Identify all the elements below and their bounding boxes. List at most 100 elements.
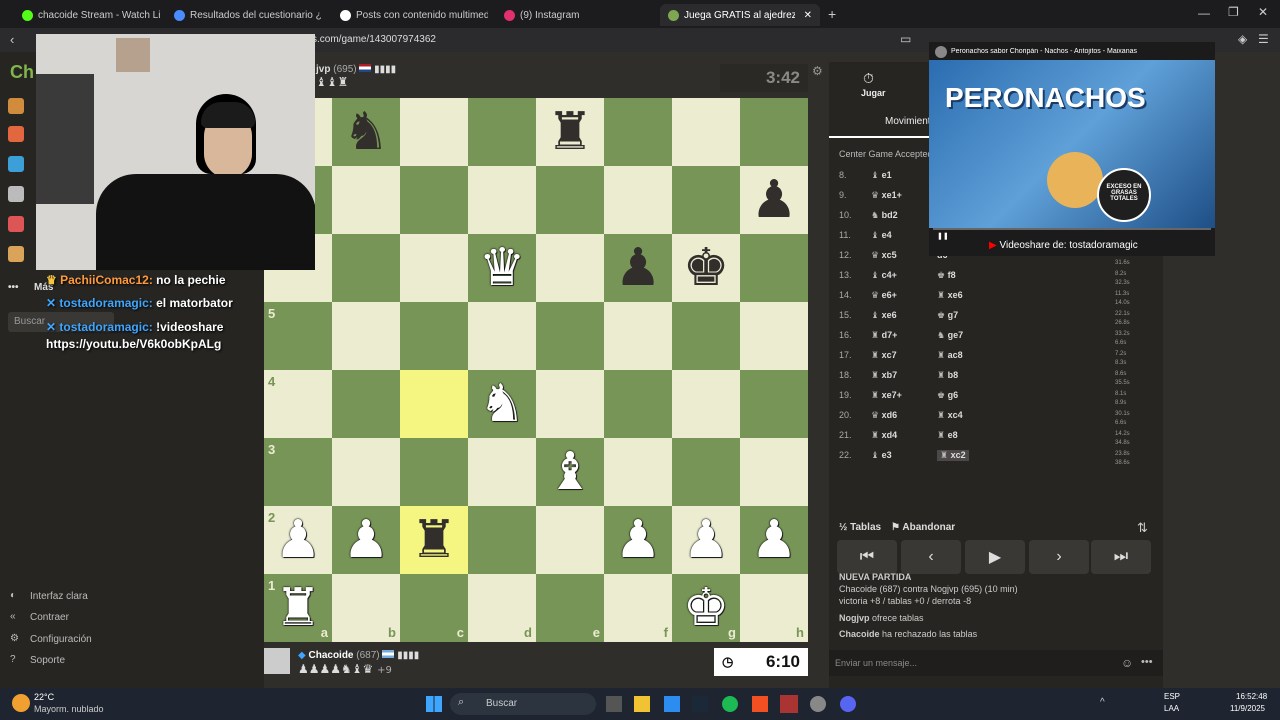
minimize-icon[interactable]: — [1198, 6, 1210, 20]
board-square[interactable] [536, 234, 604, 302]
white-pawn-piece[interactable]: ♟ [275, 514, 322, 566]
clock-time[interactable]: 16:52:48 [1236, 692, 1267, 701]
white-move[interactable]: ♝ e1 [871, 170, 892, 181]
board-square[interactable] [672, 438, 740, 506]
opening-name[interactable]: Center Game Accepted [839, 149, 933, 159]
board-square[interactable]: ♞ [468, 370, 536, 438]
board-square[interactable] [332, 370, 400, 438]
board-square[interactable] [468, 302, 536, 370]
black-move[interactable]: ♚ g6 [937, 390, 958, 401]
discord-icon[interactable] [840, 696, 856, 712]
board-square[interactable] [740, 302, 808, 370]
chat-input[interactable]: Enviar un mensaje... [829, 650, 1163, 676]
board-square[interactable]: 2 ♟ [264, 506, 332, 574]
board-square[interactable]: 3 [264, 438, 332, 506]
tab-quiz[interactable]: Resultados del cuestionario ¿eres un [166, 4, 322, 26]
tab-chess[interactable]: Juega GRATIS al ajedrez online✕ [660, 4, 820, 26]
white-move[interactable]: ♜ xd4 [871, 430, 897, 441]
chesscom-logo[interactable]: Ch [10, 62, 34, 83]
board-square[interactable] [740, 370, 808, 438]
white-move[interactable]: ♛ xd6 [871, 410, 897, 421]
board-square[interactable] [604, 370, 672, 438]
white-move[interactable]: ♜ d7+ [871, 330, 897, 341]
board-square[interactable]: d [468, 574, 536, 642]
board-square[interactable]: h [740, 574, 808, 642]
black-rook-piece[interactable]: ♜ [411, 514, 458, 566]
board-square[interactable] [400, 98, 468, 166]
windows-start-icon[interactable] [426, 696, 442, 712]
board-square[interactable] [740, 98, 808, 166]
board-square[interactable] [468, 98, 536, 166]
more-options-icon[interactable]: ••• [1141, 656, 1153, 668]
board-square[interactable]: ♟ [604, 234, 672, 302]
board-square[interactable]: ♝ [536, 438, 604, 506]
white-pawn-piece[interactable]: ♟ [751, 514, 798, 566]
next-move-button[interactable]: › [1029, 540, 1089, 574]
resign-button[interactable]: ⚑ Abandonar [891, 522, 955, 533]
white-rook-piece[interactable]: ♜ [275, 582, 322, 634]
white-queen-piece[interactable]: ♛ [479, 242, 526, 294]
board-square[interactable] [468, 438, 536, 506]
new-tab-icon[interactable]: + [828, 6, 836, 22]
video-progress-track[interactable] [933, 228, 1211, 230]
play-button[interactable]: ▶ [965, 540, 1025, 574]
board-square[interactable]: ♚ [672, 234, 740, 302]
clock-date[interactable]: 11/9/2025 [1230, 704, 1265, 713]
close-tab-icon[interactable]: ✕ [804, 10, 812, 21]
tab-moves[interactable]: Movimient [885, 116, 931, 127]
tab-x[interactable]: Posts con contenido multimedia de [332, 4, 488, 26]
flip-board-icon[interactable]: ⇅ [1137, 520, 1148, 536]
light-mode-link[interactable]: Interfaz clara [30, 591, 88, 602]
board-square[interactable]: 5 [264, 302, 332, 370]
black-rook-piece[interactable]: ♜ [547, 106, 594, 158]
board-square[interactable] [332, 234, 400, 302]
board-square[interactable] [468, 166, 536, 234]
board-square[interactable]: f [604, 574, 672, 642]
settings-app-icon[interactable] [810, 696, 826, 712]
black-move[interactable]: ♜ b8 [937, 370, 958, 381]
tray-chevron-icon[interactable]: ^ [1100, 697, 1105, 708]
first-move-button[interactable]: ⏮ [837, 540, 897, 574]
shield-icon[interactable]: ◈ [1238, 32, 1247, 46]
bing-icon[interactable] [664, 696, 680, 712]
black-move[interactable]: ♚ g7 [937, 310, 958, 321]
layout-code[interactable]: LAA [1164, 704, 1179, 713]
board-square[interactable] [468, 506, 536, 574]
board-square[interactable]: ♟ [604, 506, 672, 574]
black-move[interactable]: ♜ xe6 [937, 290, 963, 301]
chat-user[interactable]: PachiiComac12: [60, 273, 153, 287]
board-square[interactable]: ♜ [400, 506, 468, 574]
board-settings-icon[interactable]: ⚙ [812, 64, 823, 78]
social-icon[interactable] [8, 246, 24, 262]
white-move[interactable]: ♞ bd2 [871, 210, 898, 221]
watch-icon[interactable] [8, 186, 24, 202]
board-square[interactable]: ♛ [468, 234, 536, 302]
weather-desc[interactable]: Mayorm. nublado [34, 704, 104, 714]
black-king-piece[interactable]: ♚ [683, 242, 730, 294]
brave-icon[interactable] [752, 696, 768, 712]
collapse-link[interactable]: Contraer [30, 612, 69, 623]
black-move[interactable]: ♞ ge7 [937, 330, 963, 341]
board-square[interactable] [672, 166, 740, 234]
chess-board[interactable]: 8♞♜7♟6♛♟♚54♞3♝2♟♟♜♟♟♟1a♜bcdefg♚h [264, 98, 808, 642]
white-move[interactable]: ♛ xc5 [871, 250, 897, 261]
board-square[interactable] [672, 370, 740, 438]
maximize-icon[interactable]: ❐ [1228, 5, 1239, 19]
board-square[interactable] [332, 166, 400, 234]
learn-icon[interactable] [8, 156, 24, 172]
play-icon[interactable] [8, 98, 24, 114]
black-move[interactable]: ♜ xc2 [937, 450, 969, 461]
white-move[interactable]: ♝ e4 [871, 230, 892, 241]
video-play-icon[interactable]: ❚❚ [937, 232, 949, 240]
black-pawn-piece[interactable]: ♟ [751, 174, 798, 226]
chat-user[interactable]: tostadoramagic: [59, 320, 152, 334]
chat-user[interactable]: tostadoramagic: [59, 296, 152, 310]
board-square[interactable]: 1 a ♜ [264, 574, 332, 642]
board-square[interactable]: 4 [264, 370, 332, 438]
board-square[interactable] [332, 438, 400, 506]
file-explorer-icon[interactable] [634, 696, 650, 712]
board-square[interactable]: ♟ [332, 506, 400, 574]
white-move[interactable]: ♝ xe6 [871, 310, 897, 321]
black-move[interactable]: ♜ xc4 [937, 410, 963, 421]
white-move[interactable]: ♜ xc7 [871, 350, 897, 361]
